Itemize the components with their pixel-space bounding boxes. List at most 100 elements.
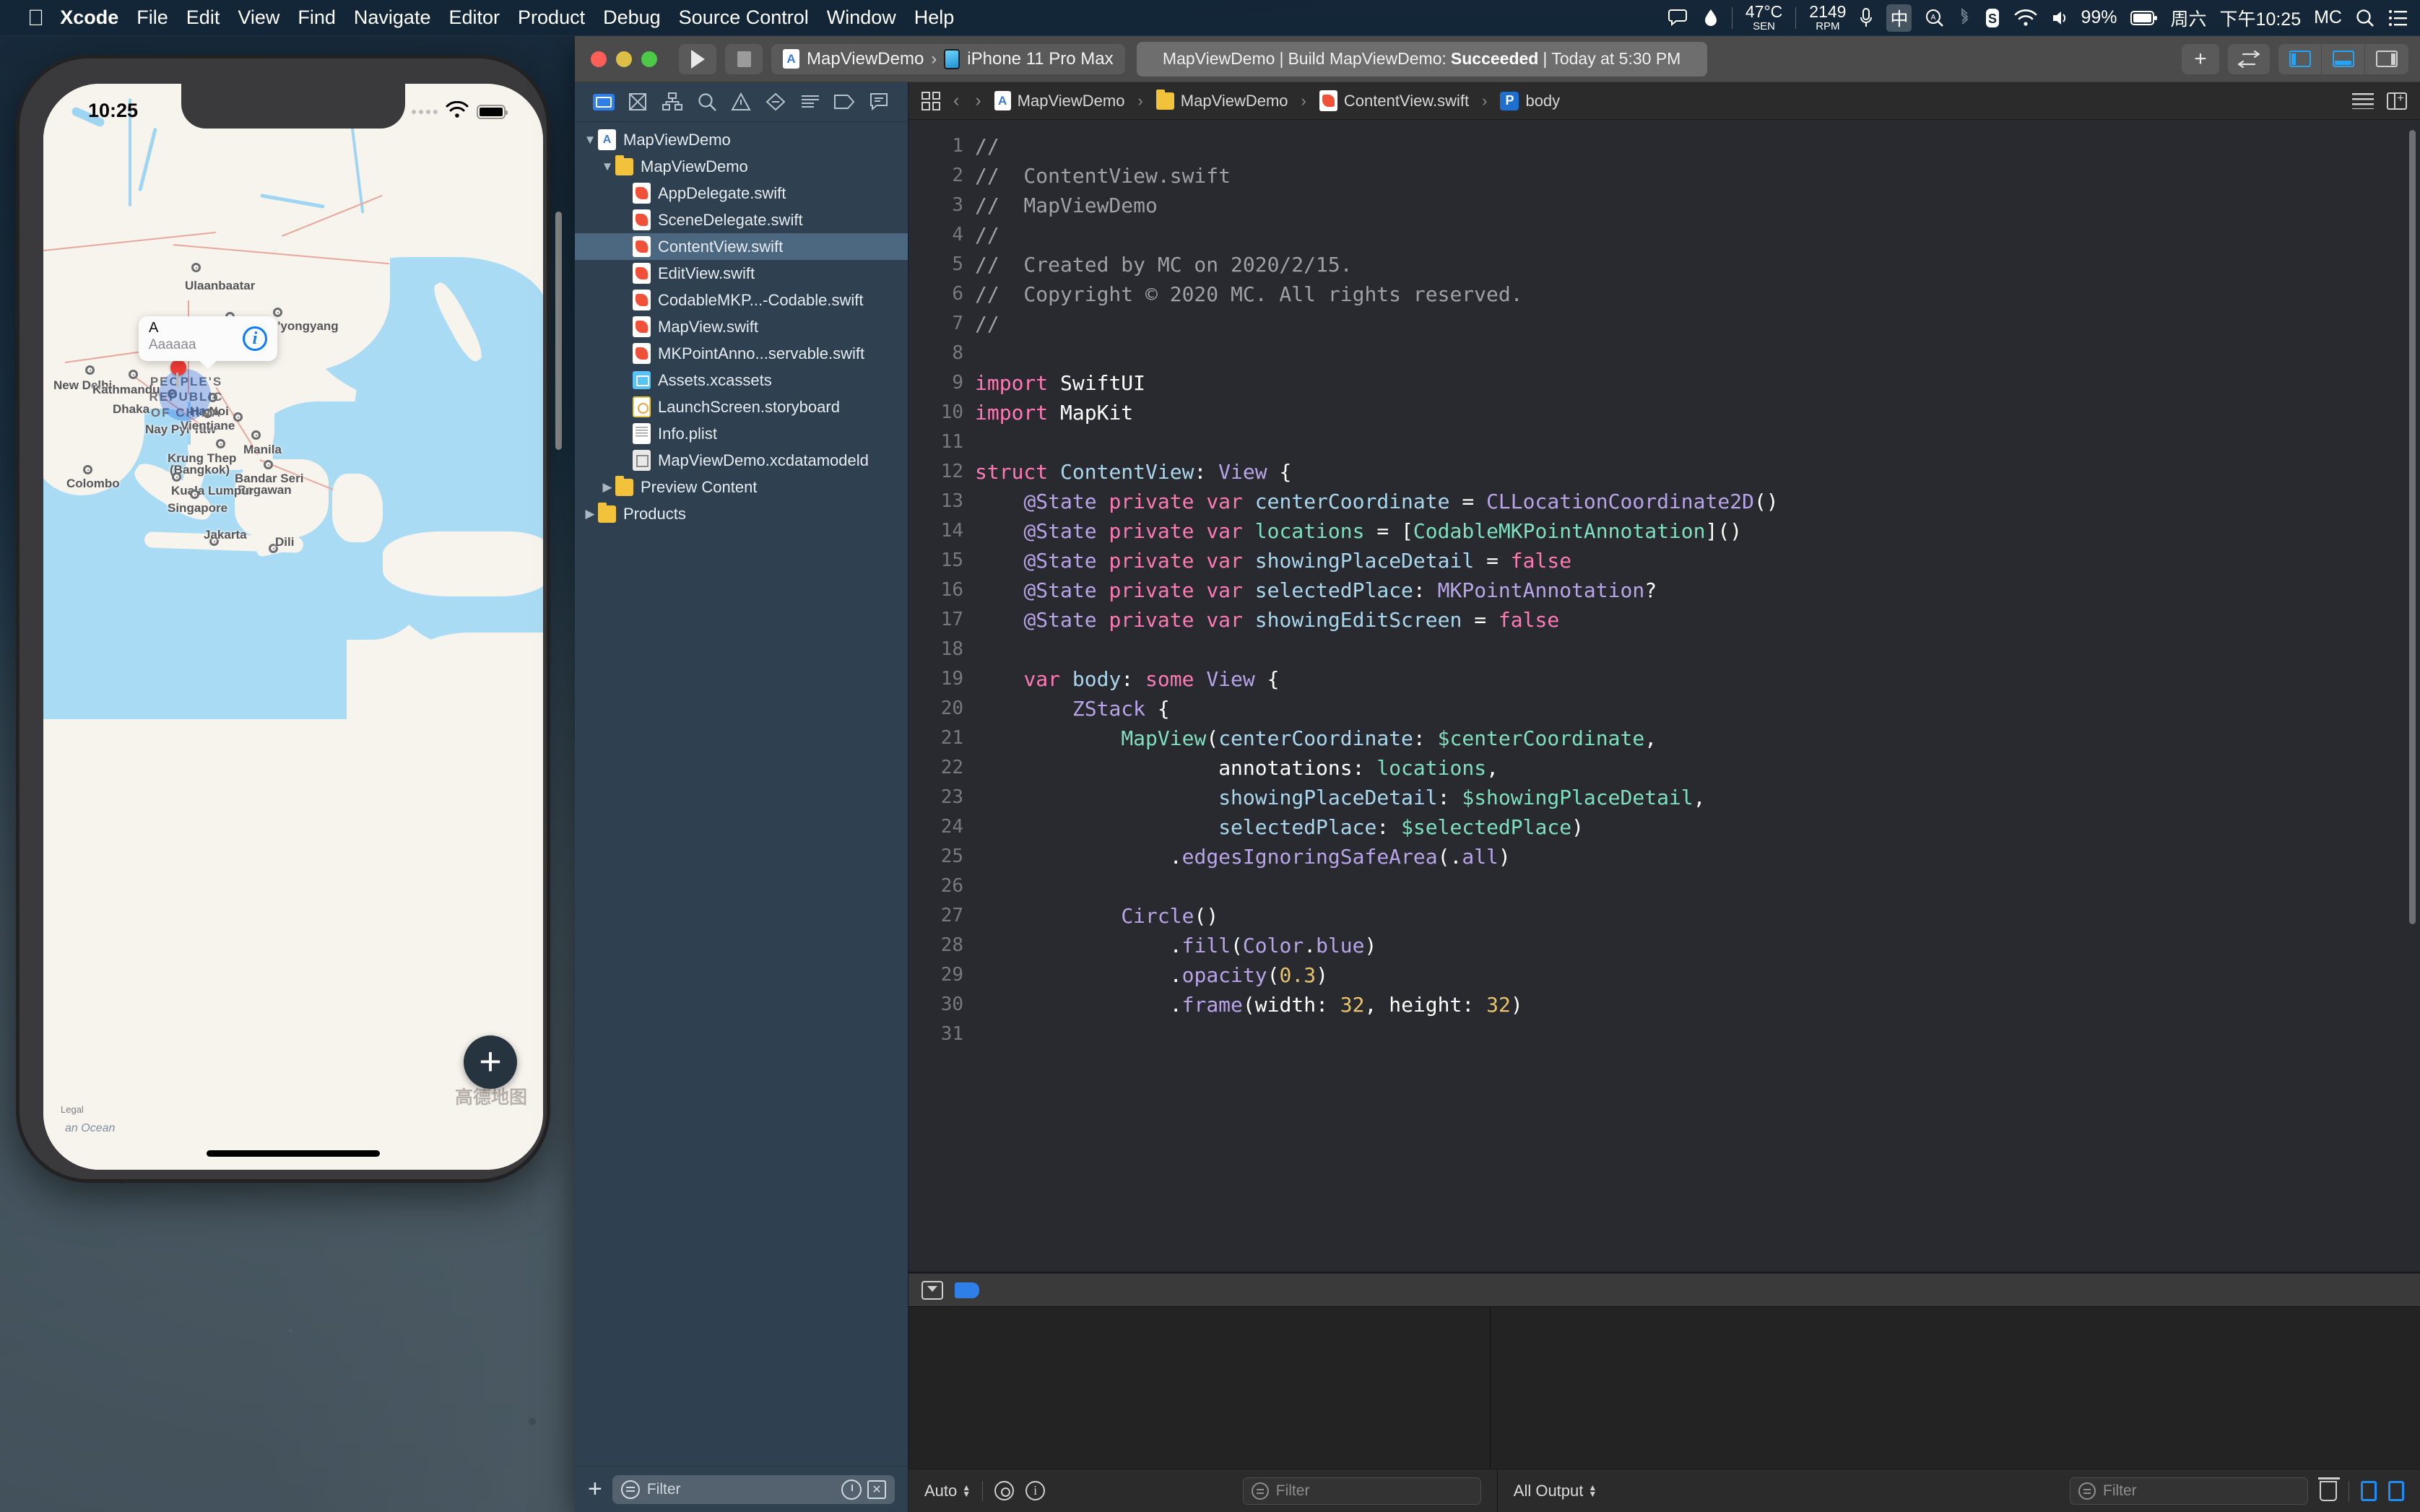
code-content[interactable]: //// ContentView.swift// MapViewDemo////…	[975, 120, 2420, 1272]
test-navigator-icon[interactable]	[764, 90, 787, 113]
navigator-item-scenedelegate-swift[interactable]: SceneDelegate.swift	[575, 207, 908, 233]
code-line[interactable]: ZStack {	[975, 694, 2420, 724]
navigator-filter-field[interactable]: Filter	[612, 1474, 895, 1504]
snipaste-icon[interactable]: S	[1984, 7, 2001, 29]
variables-target-icon[interactable]	[994, 1481, 1015, 1500]
menu-item-xcode[interactable]: Xcode	[60, 6, 118, 29]
add-editor-button[interactable]: +	[2182, 43, 2219, 74]
callout-info-icon[interactable]: i	[243, 326, 267, 351]
spotlight-search-icon[interactable]	[2355, 8, 2375, 28]
code-line[interactable]: MapView(centerCoordinate: $centerCoordin…	[975, 724, 2420, 753]
stop-button[interactable]	[725, 43, 763, 74]
code-line[interactable]	[975, 872, 2420, 901]
disclosure-triangle-icon[interactable]: ▼	[599, 160, 615, 174]
navigator-item-codablemkp-codable-swift[interactable]: CodableMKP...-Codable.swift	[575, 287, 908, 313]
run-button[interactable]	[679, 43, 716, 74]
menu-item-window[interactable]: Window	[827, 6, 896, 29]
debug-navigator-icon[interactable]	[799, 90, 822, 113]
build-status-field[interactable]: MapViewDemo | Build MapViewDemo: Succeed…	[1136, 41, 1707, 77]
recent-files-icon[interactable]	[841, 1479, 862, 1500]
microphone-icon[interactable]	[1859, 7, 1873, 29]
code-line[interactable]: .edgesIgnoringSafeArea(.all)	[975, 842, 2420, 872]
scheme-selector[interactable]: MapViewDemo › iPhone 11 Pro Max	[771, 43, 1125, 74]
code-line[interactable]: // MapViewDemo	[975, 191, 2420, 220]
code-line[interactable]: selectedPlace: $selectedPlace)	[975, 812, 2420, 842]
control-center-icon[interactable]	[2388, 9, 2408, 27]
panel-toggle-group[interactable]	[2278, 43, 2408, 74]
code-line[interactable]: var body: some View {	[975, 664, 2420, 694]
code-line[interactable]: struct ContentView: View {	[975, 457, 2420, 487]
code-line[interactable]: // Copyright © 2020 MC. All rights reser…	[975, 279, 2420, 309]
code-line[interactable]	[975, 1020, 2420, 1049]
source-code-editor[interactable]: 1 2 3 4 5 6 7 8 9 10 11 12 13 14 15 16 17 18 19 20 21 22 23 24 2…	[908, 120, 2420, 1272]
menu-item-product[interactable]: Product	[518, 6, 585, 29]
menu-item-help[interactable]: Help	[914, 6, 955, 29]
source-control-filter-icon[interactable]	[867, 1480, 886, 1499]
menu-item-edit[interactable]: Edit	[186, 6, 220, 29]
code-line[interactable]: @State private var showingEditScreen = f…	[975, 605, 2420, 635]
code-line[interactable]	[975, 339, 2420, 368]
menu-item-find[interactable]: Find	[298, 6, 336, 29]
wifi-icon[interactable]	[2014, 9, 2037, 27]
console-view[interactable]	[1491, 1307, 2420, 1469]
source-control-navigator-icon[interactable]	[626, 90, 649, 113]
apple-menu-icon[interactable]: 	[27, 6, 44, 29]
input-method-icon[interactable]: 中	[1886, 4, 1912, 32]
code-line[interactable]: //	[975, 131, 2420, 161]
code-line[interactable]: @State private var locations = [CodableM…	[975, 516, 2420, 546]
minimize-window-button[interactable]	[616, 51, 632, 67]
navigator-item-editview-swift[interactable]: EditView.swift	[575, 260, 908, 287]
breadcrumb-project[interactable]: MapViewDemo	[994, 91, 1124, 110]
map-view[interactable]: UlaanbaatarBeijingP'yongyangNew DelhiKat…	[43, 84, 543, 1170]
console-scope-selector[interactable]: All Output ▲ ▼	[1514, 1482, 1597, 1500]
navigator-item-products[interactable]: ▶ Products	[575, 500, 908, 527]
menubar-date[interactable]: 周六	[2171, 5, 2207, 31]
navigator-item-info-plist[interactable]: Info.plist	[575, 420, 908, 447]
code-line[interactable]: import SwiftUI	[975, 368, 2420, 398]
find-navigator-icon[interactable]	[695, 90, 719, 113]
show-variables-pane-icon[interactable]	[2361, 1480, 2377, 1501]
spotlight-a-icon[interactable]: A	[1925, 8, 1945, 28]
code-line[interactable]: @State private var centerCoordinate = CL…	[975, 487, 2420, 516]
variables-filter-field[interactable]: Filter	[1242, 1477, 1481, 1505]
toggle-assistant-button[interactable]	[2228, 43, 2270, 74]
breadcrumb-group[interactable]: MapViewDemo	[1155, 89, 1288, 110]
navigator-item-contentview-swift[interactable]: ContentView.swift	[575, 233, 908, 260]
navigate-forward-icon[interactable]: ›	[975, 90, 981, 111]
code-line[interactable]: Circle()	[975, 901, 2420, 931]
close-window-button[interactable]	[591, 51, 607, 67]
menu-item-file[interactable]: File	[136, 6, 168, 29]
code-line[interactable]	[975, 635, 2420, 664]
breadcrumb-symbol[interactable]: P body	[1500, 91, 1560, 110]
add-file-icon[interactable]: +	[588, 1477, 602, 1501]
simulator-screen[interactable]: UlaanbaatarBeijingP'yongyangNew DelhiKat…	[43, 84, 543, 1170]
menu-item-source-control[interactable]: Source Control	[679, 6, 809, 29]
navigator-item-mkpointanno-servable-swift[interactable]: MKPointAnno...servable.swift	[575, 340, 908, 367]
navigator-item-mapviewdemo-xcdatamodeld[interactable]: MapViewDemo.xcdatamodeld	[575, 447, 908, 474]
symbol-navigator-icon[interactable]	[661, 90, 684, 113]
report-navigator-icon[interactable]	[867, 90, 890, 113]
code-line[interactable]: //	[975, 309, 2420, 339]
window-traffic-lights[interactable]	[591, 51, 657, 67]
project-navigator-list[interactable]: ▼ MapViewDemo ▼ MapViewDemo AppDelegate.swif…	[575, 122, 908, 1466]
issue-navigator-icon[interactable]	[729, 90, 753, 113]
breadcrumb-file[interactable]: ContentView.swift	[1319, 90, 1469, 111]
code-line[interactable]: // Created by MC on 2020/2/15.	[975, 250, 2420, 279]
menu-item-navigate[interactable]: Navigate	[354, 6, 431, 29]
project-navigator-icon[interactable]	[592, 90, 615, 113]
simulator-scroll-indicator[interactable]	[555, 212, 562, 450]
navigate-back-icon[interactable]: ‹	[953, 90, 959, 111]
toggle-navigator-button[interactable]	[2278, 43, 2322, 74]
minimap-icon[interactable]	[2352, 92, 2374, 109]
map-annotation-pin[interactable]	[170, 360, 186, 387]
hide-debug-area-icon[interactable]	[921, 1280, 943, 1300]
disclosure-triangle-icon[interactable]: ▶	[582, 507, 598, 521]
navigator-item-mapviewdemo[interactable]: ▼ MapViewDemo	[575, 126, 908, 153]
chat-bubble-icon[interactable]	[1667, 8, 1690, 28]
battery-percent[interactable]: 99%	[2081, 7, 2117, 28]
code-line[interactable]: .frame(width: 32, height: 32)	[975, 990, 2420, 1020]
battery-icon[interactable]	[2130, 10, 2158, 26]
code-line[interactable]: annotations: locations,	[975, 753, 2420, 783]
code-line[interactable]: .opacity(0.3)	[975, 960, 2420, 990]
code-line[interactable]	[975, 427, 2420, 457]
